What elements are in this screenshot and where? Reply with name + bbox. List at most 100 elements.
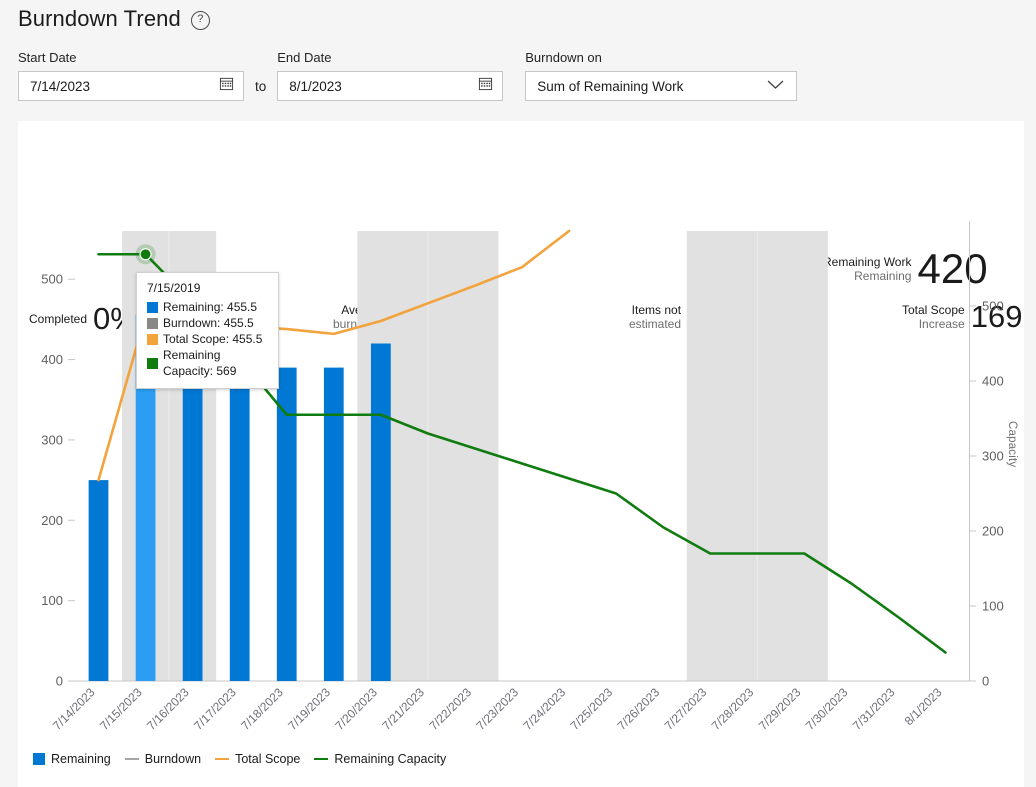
svg-text:8/1/2023: 8/1/2023 <box>902 685 945 728</box>
svg-text:7/17/2023: 7/17/2023 <box>191 685 239 733</box>
y2-axis-tick-label: 200 <box>982 524 1004 539</box>
svg-text:7/26/2023: 7/26/2023 <box>615 685 663 733</box>
tooltip-swatch <box>147 317 158 329</box>
x-axis-tick-label: 7/26/2023 <box>615 685 663 733</box>
y2-axis-tick-label: 400 <box>982 374 1004 389</box>
burndown-on-value: Sum of Remaining Work <box>537 78 684 94</box>
x-axis-tick-label: 7/20/2023 <box>332 685 380 733</box>
svg-text:7/28/2023: 7/28/2023 <box>709 685 757 733</box>
capacity-marker[interactable] <box>139 248 152 261</box>
svg-text:7/15/2023: 7/15/2023 <box>97 685 145 733</box>
legend-swatch <box>124 757 139 761</box>
end-date-input[interactable]: 8/1/2023 <box>277 71 504 101</box>
chart-legend: Remaining Burndown Total Scope Remaining Ca… <box>33 752 446 766</box>
tooltip-swatch <box>147 357 158 369</box>
legend-item-remaining-capacity[interactable]: Remaining Capacity <box>314 752 446 766</box>
burndown-trend-page: Burndown Trend ? Start Date 7/14/2023 to… <box>0 0 1036 787</box>
tooltip-row-text: Burndown: 455.5 <box>163 316 254 330</box>
date-range-separator: to <box>255 79 267 94</box>
x-axis-tick-label: 7/21/2023 <box>379 685 427 733</box>
y-axis-tick-label: 0 <box>56 674 63 689</box>
svg-text:7/23/2023: 7/23/2023 <box>473 685 521 733</box>
y-axis-tick-label: 200 <box>41 513 63 528</box>
legend-label: Remaining Capacity <box>334 752 447 766</box>
x-axis-tick-label: 7/17/2023 <box>191 685 239 733</box>
legend-swatch <box>314 757 329 761</box>
tooltip-row: Remaining Capacity: 569 <box>147 347 268 379</box>
x-axis-tick-label: 7/25/2023 <box>568 685 616 733</box>
svg-text:7/22/2023: 7/22/2023 <box>426 685 474 733</box>
calendar-icon[interactable] <box>219 76 234 96</box>
legend-swatch <box>33 753 45 765</box>
tooltip-row-text: Remaining Capacity: 569 <box>163 348 237 378</box>
bar-7/17/2023[interactable] <box>229 367 250 681</box>
y-axis-tick-label: 300 <box>41 432 63 447</box>
tooltip-date: 7/15/2019 <box>147 281 201 295</box>
x-axis-tick-label: 7/15/2023 <box>97 685 145 733</box>
x-axis-tick-label: 7/16/2023 <box>144 685 192 733</box>
filter-bar: Start Date 7/14/2023 to End Date 8/1/202… <box>18 50 798 101</box>
x-axis-tick-label: 8/1/2023 <box>902 685 945 728</box>
y2-axis-tick-label: 100 <box>982 599 1004 614</box>
page-title: Burndown Trend <box>18 6 181 31</box>
tooltip-row-text: Remaining: 455.5 <box>163 300 258 314</box>
y2-axis-tick-label: 0 <box>982 674 989 689</box>
tooltip-swatch <box>147 301 158 313</box>
y2-axis-tick-label: 500 <box>982 299 1004 314</box>
help-circle-icon[interactable]: ? <box>190 11 210 30</box>
legend-item-burndown[interactable]: Burndown <box>124 752 202 766</box>
y2-axis-tick-label: 300 <box>982 449 1004 464</box>
chart-tooltip: 7/15/2019 Remaining: 455.5 Burndown: 455.… <box>136 272 279 389</box>
x-axis-tick-label: 7/24/2023 <box>521 685 569 733</box>
y-axis-tick-label: 100 <box>41 593 63 608</box>
tooltip-rows: Remaining: 455.5 Burndown: 455.5 Total Sco… <box>147 299 268 379</box>
svg-text:7/25/2023: 7/25/2023 <box>568 685 616 733</box>
svg-text:7/14/2023: 7/14/2023 <box>50 685 98 733</box>
tooltip-row: Burndown: 455.5 <box>147 315 268 331</box>
svg-text:7/19/2023: 7/19/2023 <box>285 685 333 733</box>
burndown-chart-card: Completed 0% Average burndown -34 Items … <box>18 121 1024 787</box>
end-date-value: 8/1/2023 <box>289 78 342 94</box>
y-axis-tick-label: 400 <box>41 352 63 367</box>
calendar-icon[interactable] <box>478 76 493 96</box>
end-date-label: End Date <box>277 50 332 65</box>
page-header: Burndown Trend ? <box>18 6 210 32</box>
legend-item-remaining[interactable]: Remaining <box>33 752 111 766</box>
x-axis-tick-label: 7/27/2023 <box>662 685 710 733</box>
x-axis-tick-label: 7/18/2023 <box>238 685 286 733</box>
svg-text:7/31/2023: 7/31/2023 <box>850 685 898 733</box>
tooltip-row-text: Total Scope: 455.5 <box>163 332 263 346</box>
svg-text:7/20/2023: 7/20/2023 <box>332 685 380 733</box>
burndown-plot: 0 100 200 300 400 500 0 100 200 300 400 500 7/14/202… <box>18 121 1024 787</box>
x-axis-tick-label: 7/19/2023 <box>285 685 333 733</box>
burndown-on-select[interactable]: Sum of Remaining Work <box>525 71 798 101</box>
burndown-on-field: Burndown on Sum of Remaining Work <box>525 50 798 101</box>
x-axis-tick-label: 7/29/2023 <box>756 685 804 733</box>
tooltip-swatch <box>147 333 158 345</box>
legend-label: Total Scope <box>235 752 301 766</box>
x-axis-tick-label: 7/31/2023 <box>850 685 898 733</box>
burndown-on-label: Burndown on <box>525 50 602 65</box>
x-axis-tick-label: 7/23/2023 <box>473 685 521 733</box>
x-axis-tick-label: 7/28/2023 <box>709 685 757 733</box>
start-date-input[interactable]: 7/14/2023 <box>18 71 244 101</box>
start-date-field: Start Date 7/14/2023 <box>18 50 244 101</box>
bar-7/20/2023[interactable] <box>370 343 391 682</box>
chevron-down-icon[interactable] <box>767 77 784 95</box>
legend-label: Burndown <box>144 752 202 766</box>
svg-text:7/24/2023: 7/24/2023 <box>521 685 569 733</box>
legend-item-total-scope[interactable]: Total Scope <box>215 752 300 766</box>
tooltip-row: Total Scope: 455.5 <box>147 331 268 347</box>
bar-7/14/2023[interactable] <box>88 480 109 681</box>
tooltip-row: Remaining: 455.5 <box>147 299 268 315</box>
bar-7/16/2023[interactable] <box>182 367 203 681</box>
svg-text:7/16/2023: 7/16/2023 <box>144 685 192 733</box>
legend-label: Remaining <box>51 752 111 766</box>
y-axis-tick-label: 500 <box>41 272 63 287</box>
svg-text:7/18/2023: 7/18/2023 <box>238 685 286 733</box>
end-date-field: End Date 8/1/2023 <box>277 50 504 101</box>
x-axis-tick-label: 7/22/2023 <box>426 685 474 733</box>
x-axis-tick-label: 7/14/2023 <box>50 685 98 733</box>
start-date-label: Start Date <box>18 50 77 65</box>
svg-text:7/29/2023: 7/29/2023 <box>756 685 804 733</box>
